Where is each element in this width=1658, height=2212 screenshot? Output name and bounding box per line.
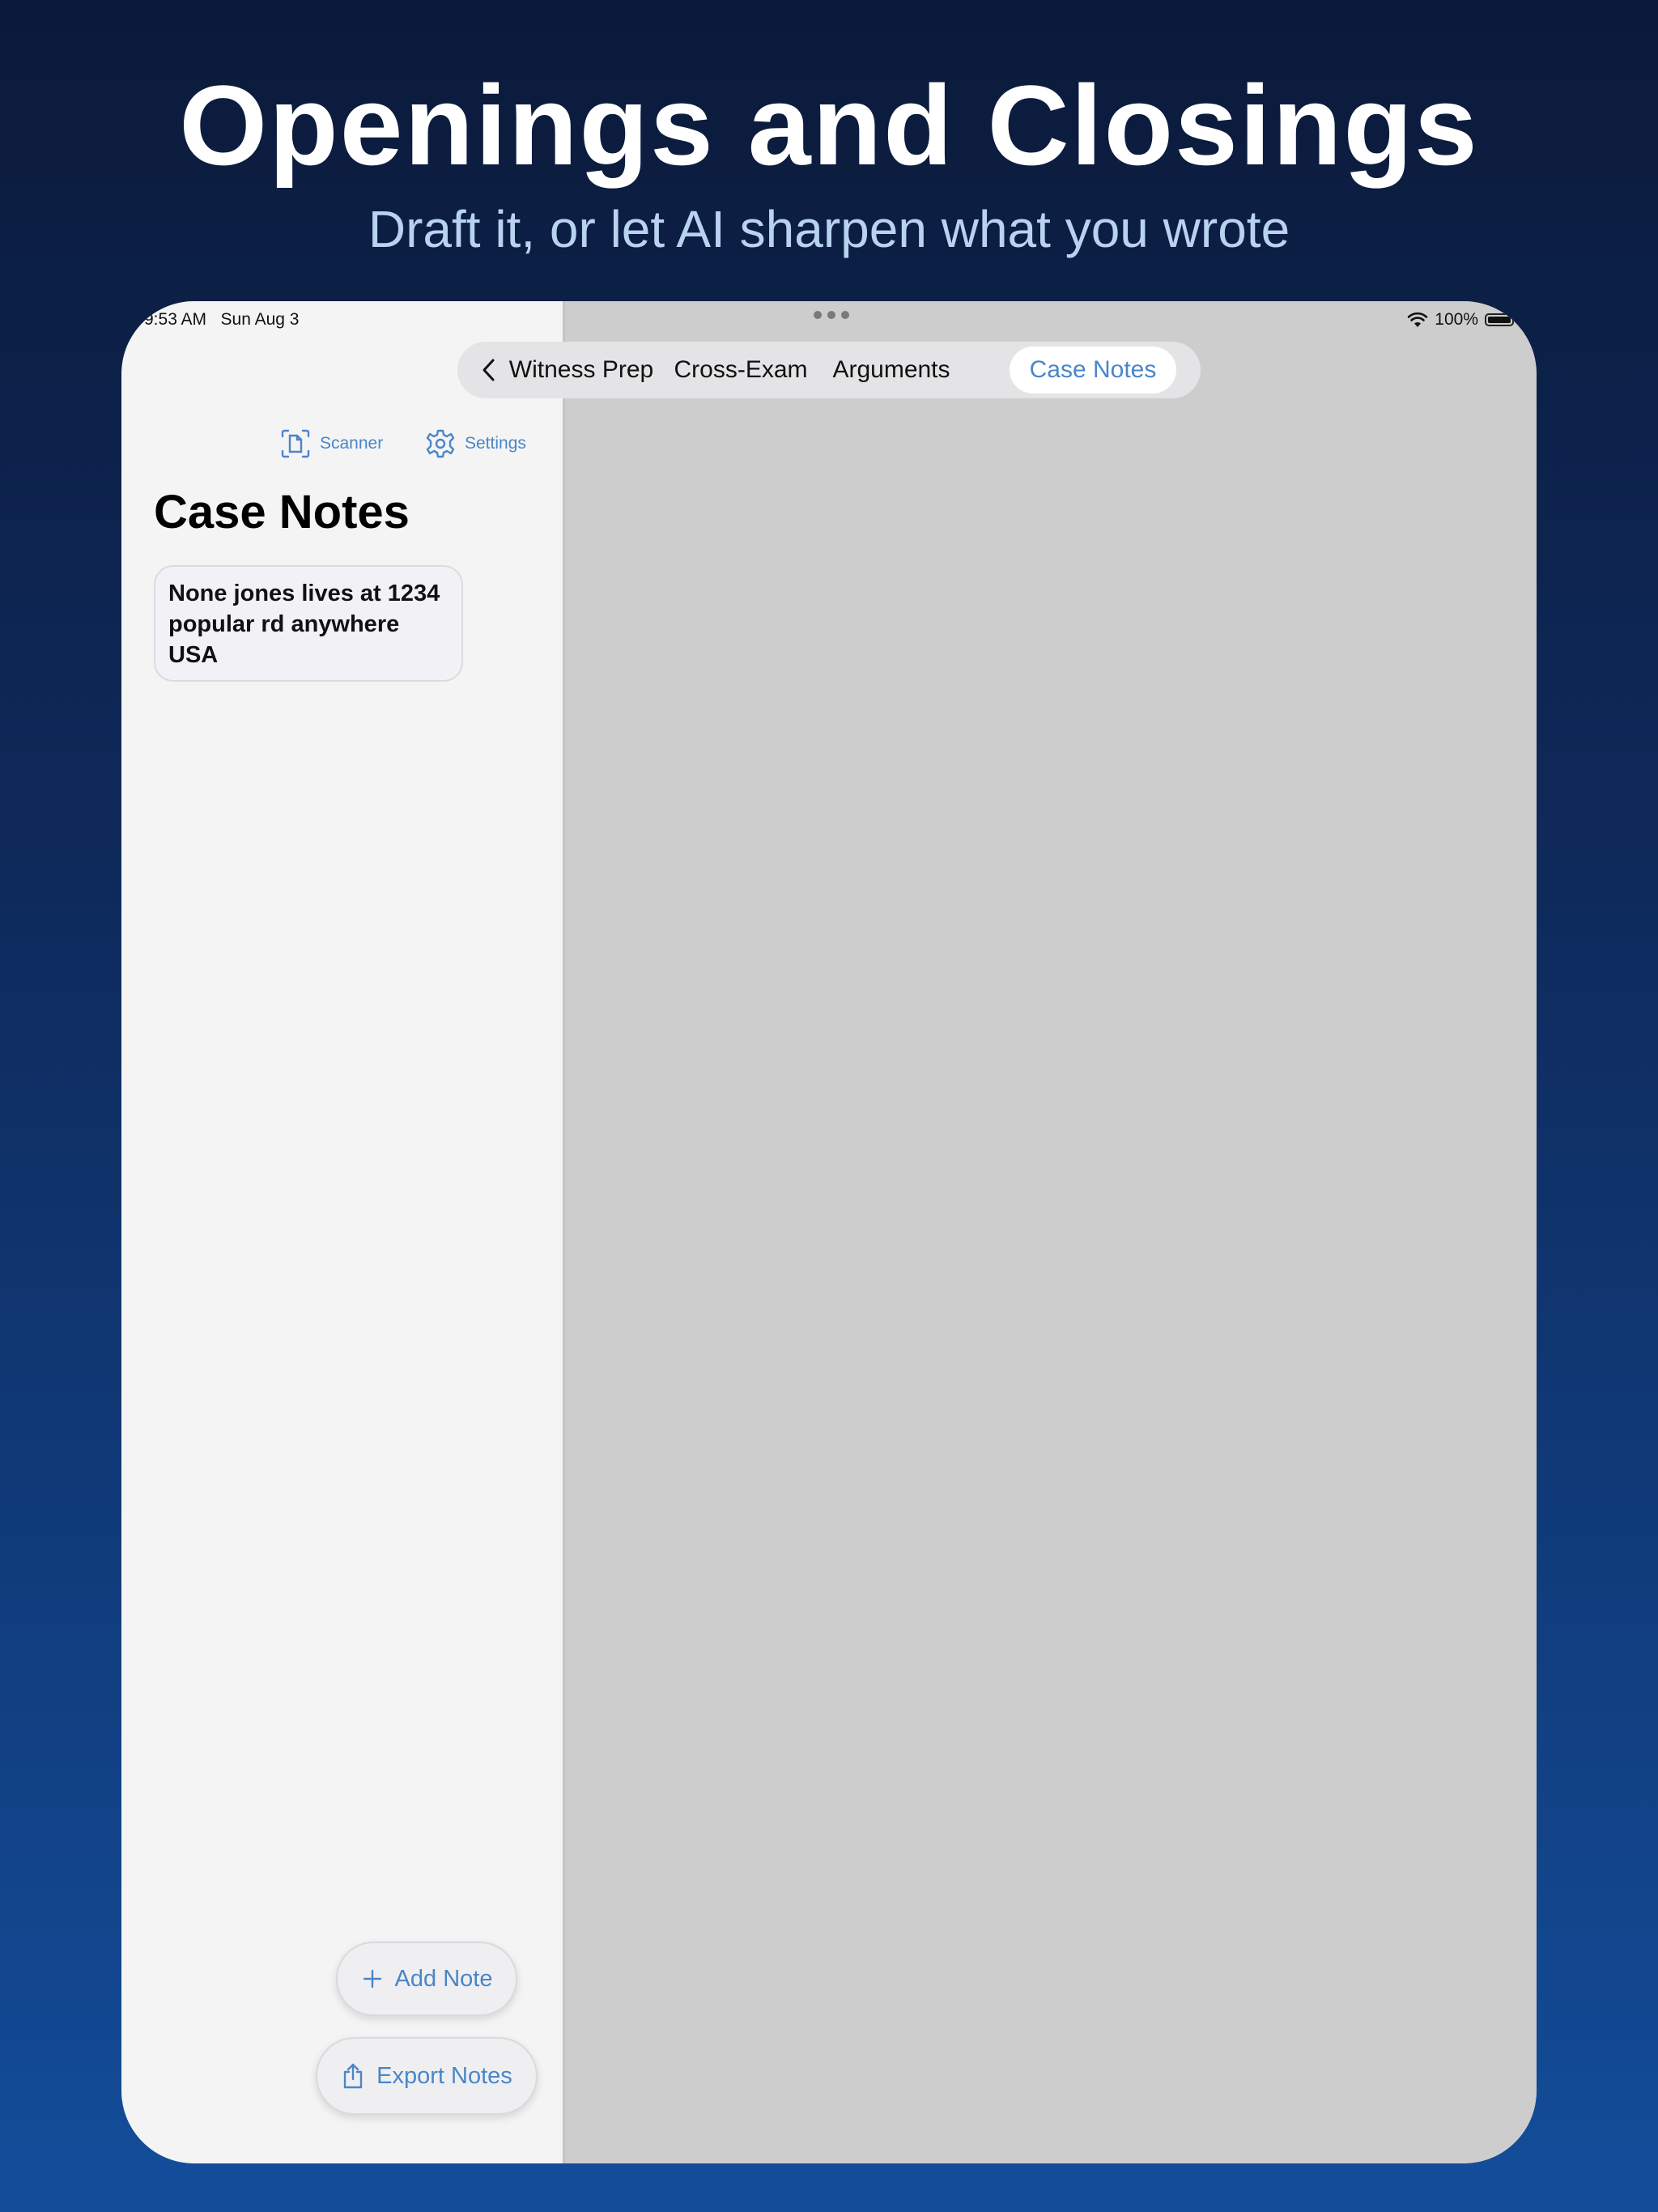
dot — [841, 311, 849, 319]
back-chevron-icon — [483, 359, 495, 381]
scanner-button[interactable]: Scanner — [279, 426, 383, 462]
tab-arguments[interactable]: Arguments — [823, 347, 959, 393]
gear-icon — [426, 429, 455, 458]
export-notes-label: Export Notes — [376, 2062, 512, 2089]
status-indicators: 100% — [1407, 308, 1517, 332]
settings-button[interactable]: Settings — [424, 426, 526, 462]
export-notes-button[interactable]: Export Notes — [316, 2037, 538, 2115]
scanner-label: Scanner — [320, 434, 384, 453]
tab-witness-prep[interactable]: Witness Prep — [506, 347, 657, 393]
note-card[interactable]: None jones lives at 1234 popular rd anyw… — [154, 565, 463, 682]
detail-pane — [565, 301, 1537, 2163]
dot — [827, 311, 835, 319]
page-title: Case Notes — [154, 486, 410, 538]
add-note-label: Add Note — [394, 1965, 493, 1992]
back-button[interactable] — [469, 350, 509, 390]
note-text: None jones lives at 1234 popular rd anyw… — [168, 581, 440, 668]
battery-icon — [1485, 313, 1517, 326]
scanner-icon — [281, 429, 310, 458]
promo-subhead: Draft it, or let AI sharpen what you wro… — [368, 200, 1290, 258]
tab-case-notes[interactable]: Case Notes — [1010, 347, 1176, 393]
settings-label: Settings — [465, 434, 526, 453]
promo-headline: Openings and Closings — [179, 62, 1479, 189]
multitasking-dots[interactable] — [814, 311, 849, 319]
share-icon — [343, 2063, 363, 2089]
sidebar: Scanner Settings Case Notes None jones l… — [121, 301, 565, 2163]
ipad-screen: Scanner Settings Case Notes None jones l… — [121, 301, 1537, 2163]
tab-cross-exam[interactable]: Cross-Exam — [670, 347, 811, 393]
tab-bar: Witness Prep Cross-Exam Arguments Case N… — [457, 342, 1201, 398]
battery-fill — [1488, 317, 1511, 323]
add-note-button[interactable]: Add Note — [336, 1942, 517, 2016]
wifi-icon — [1407, 312, 1428, 327]
plus-icon — [363, 1969, 381, 1989]
status-time: 9:53 AM Sun Aug 3 — [144, 310, 300, 329]
dot — [814, 311, 822, 319]
battery-percent: 100% — [1435, 310, 1478, 329]
